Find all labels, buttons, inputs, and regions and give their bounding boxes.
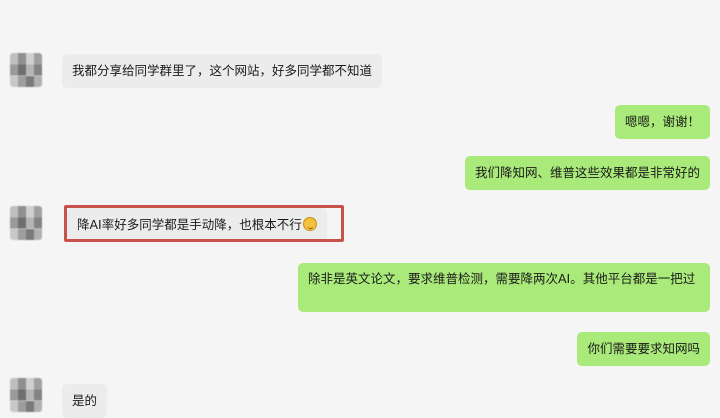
message-text: 嗯嗯，谢谢！	[624, 114, 700, 129]
message-text: 你们需要要求知网吗	[587, 341, 700, 356]
outgoing-message-bubble[interactable]: 我们降知网、维普这些效果都是非常好的	[464, 156, 710, 190]
message-text: 是的	[72, 393, 98, 408]
message-text: 我们降知网、维普这些效果都是非常好的	[474, 165, 700, 180]
incoming-message-bubble[interactable]: 是的	[62, 384, 108, 418]
contact-avatar[interactable]	[10, 378, 42, 412]
outgoing-message-bubble[interactable]: 你们需要要求知网吗	[577, 332, 710, 366]
outgoing-message-bubble[interactable]: 除非是英文论文，要求维普检测，需要降两次AI。其他平台都是一把过	[298, 263, 710, 312]
contact-avatar[interactable]	[10, 53, 42, 87]
outgoing-message-bubble[interactable]: 嗯嗯，谢谢！	[614, 105, 710, 139]
chat-conversation: 我都分享给同学群里了，这个网站，好多同学都不知道 嗯嗯，谢谢！ 我们降知网、维普…	[0, 0, 720, 418]
message-text: 我都分享给同学群里了，这个网站，好多同学都不知道	[72, 63, 373, 78]
highlight-annotation-box	[64, 205, 344, 242]
incoming-message-bubble[interactable]: 我都分享给同学群里了，这个网站，好多同学都不知道	[62, 54, 383, 88]
contact-avatar[interactable]	[10, 206, 42, 240]
message-text: 除非是英文论文，要求维普检测，需要降两次AI。其他平台都是一把过	[308, 271, 696, 286]
